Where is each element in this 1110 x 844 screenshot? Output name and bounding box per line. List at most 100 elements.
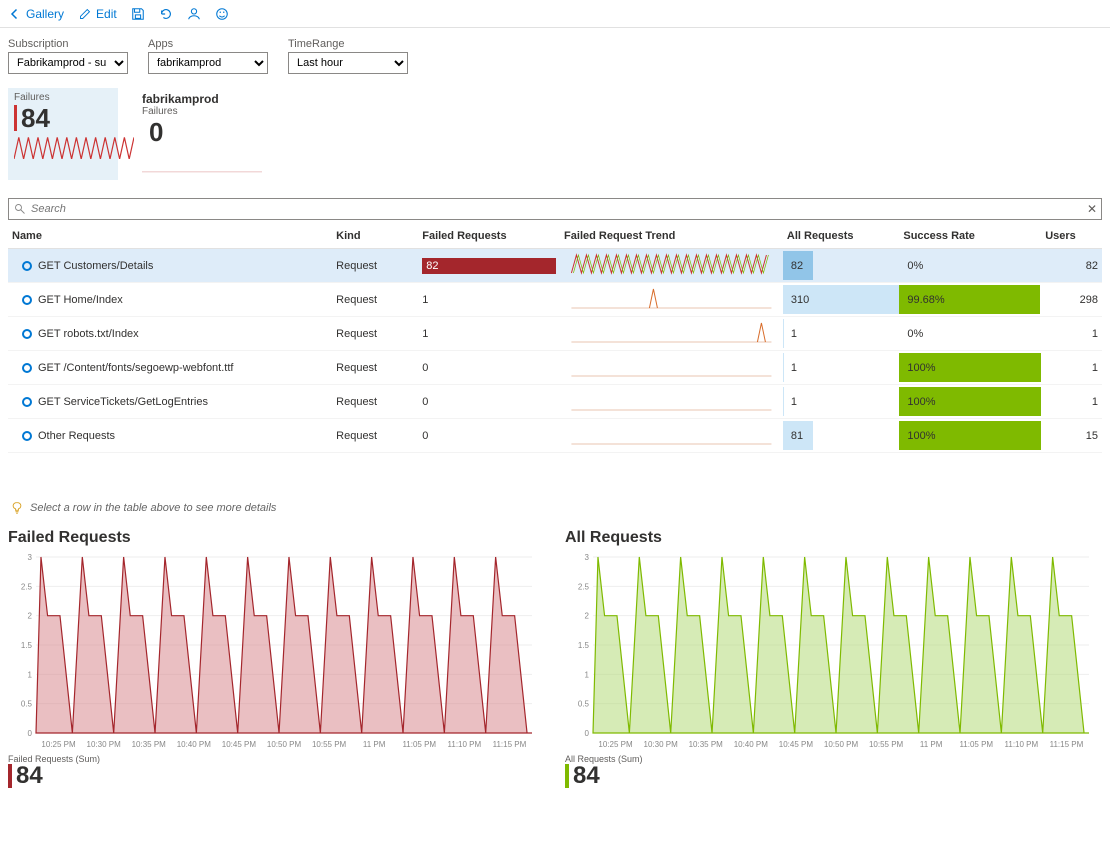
th-failed[interactable]: Failed Requests: [418, 224, 560, 249]
th-kind[interactable]: Kind: [332, 224, 418, 249]
th-success[interactable]: Success Rate: [899, 224, 1041, 249]
row-name: GET robots.txt/Index: [38, 328, 139, 340]
card-failures-title: Failures: [14, 92, 112, 103]
row-name: Other Requests: [38, 430, 115, 442]
filter-timerange-select[interactable]: Last hour: [288, 52, 408, 74]
th-name[interactable]: Name: [8, 224, 332, 249]
filter-apps-label: Apps: [148, 38, 268, 50]
failed-value: 0: [422, 430, 428, 442]
close-icon[interactable]: ✕: [1087, 202, 1097, 216]
row-all: 82: [787, 260, 803, 272]
svg-text:11 PM: 11 PM: [363, 740, 386, 749]
card-app[interactable]: fabrikamprod Failures 0: [136, 88, 246, 180]
requests-table: Name Kind Failed Requests Failed Request…: [8, 224, 1102, 453]
th-all[interactable]: All Requests: [783, 224, 899, 249]
card-failures-sparkline: [14, 135, 134, 159]
chart-failed-svg[interactable]: 00.511.522.5310:25 PM10:30 PM10:35 PM10:…: [8, 551, 538, 751]
smile-icon[interactable]: [215, 7, 229, 21]
table-row[interactable]: Other Requests Request 0 81 100% 15: [8, 419, 1102, 453]
gallery-link[interactable]: Gallery: [8, 7, 64, 21]
card-app-value: 0: [142, 119, 240, 145]
search-icon: [13, 202, 27, 216]
row-all: 1: [787, 396, 797, 408]
svg-text:10:25 PM: 10:25 PM: [598, 740, 633, 749]
svg-text:10:45 PM: 10:45 PM: [779, 740, 814, 749]
svg-text:11:15 PM: 11:15 PM: [493, 740, 527, 749]
svg-text:10:55 PM: 10:55 PM: [869, 740, 904, 749]
table-header-row: Name Kind Failed Requests Failed Request…: [8, 224, 1102, 249]
failed-value: 0: [422, 396, 428, 408]
row-trend: [560, 283, 783, 317]
search-input[interactable]: [31, 203, 1083, 215]
svg-text:11:10 PM: 11:10 PM: [448, 740, 482, 749]
svg-text:11:15 PM: 11:15 PM: [1050, 740, 1084, 749]
search-box[interactable]: ✕: [8, 198, 1102, 220]
row-success: 0%: [903, 260, 923, 272]
row-kind: Request: [332, 249, 418, 283]
svg-text:2.5: 2.5: [21, 582, 33, 591]
table-row[interactable]: GET robots.txt/Index Request 1 1 0% 1: [8, 317, 1102, 351]
row-name: GET ServiceTickets/GetLogEntries: [38, 396, 208, 408]
table-row[interactable]: GET ServiceTickets/GetLogEntries Request…: [8, 385, 1102, 419]
svg-text:11:05 PM: 11:05 PM: [959, 740, 993, 749]
user-icon[interactable]: [187, 7, 201, 21]
edit-link[interactable]: Edit: [78, 7, 117, 21]
select-row-hint: Select a row in the table above to see m…: [0, 493, 1110, 523]
table-row[interactable]: GET Home/Index Request 1 310 99.68% 298: [8, 283, 1102, 317]
chart-all-title: All Requests: [565, 529, 1102, 547]
top-toolbar: Gallery Edit: [0, 0, 1110, 28]
card-app-sparkline: [142, 149, 262, 173]
row-users: 82: [1041, 249, 1102, 283]
refresh-icon[interactable]: [159, 7, 173, 21]
svg-text:11:10 PM: 11:10 PM: [1005, 740, 1039, 749]
request-icon: [22, 431, 32, 441]
svg-text:1.5: 1.5: [21, 641, 33, 650]
row-users: 1: [1041, 317, 1102, 351]
card-failures[interactable]: Failures 84: [8, 88, 118, 180]
charts-row: Failed Requests 00.511.522.5310:25 PM10:…: [0, 523, 1110, 794]
save-icon[interactable]: [131, 7, 145, 21]
filter-timerange-label: TimeRange: [288, 38, 408, 50]
svg-text:11:05 PM: 11:05 PM: [402, 740, 436, 749]
th-users[interactable]: Users: [1041, 224, 1102, 249]
filter-subscription-select[interactable]: Fabrikamprod - subscripti...: [8, 52, 128, 74]
row-all: 310: [787, 294, 809, 306]
svg-text:10:30 PM: 10:30 PM: [644, 740, 679, 749]
th-trend[interactable]: Failed Request Trend: [560, 224, 783, 249]
row-trend: [560, 249, 783, 283]
row-kind: Request: [332, 385, 418, 419]
svg-text:2: 2: [585, 612, 590, 621]
row-trend: [560, 419, 783, 453]
chart-all-foot-value: 84: [565, 764, 1102, 788]
filter-timerange: TimeRange Last hour: [288, 38, 408, 74]
row-trend: [560, 351, 783, 385]
chart-failed-title: Failed Requests: [8, 529, 545, 547]
row-users: 1: [1041, 385, 1102, 419]
svg-text:10:50 PM: 10:50 PM: [267, 740, 302, 749]
request-icon: [22, 363, 32, 373]
svg-text:10:40 PM: 10:40 PM: [177, 740, 212, 749]
gallery-label: Gallery: [26, 7, 64, 21]
filter-apps-select[interactable]: fabrikamprod: [148, 52, 268, 74]
table-row[interactable]: GET /Content/fonts/segoewp-webfont.ttf R…: [8, 351, 1102, 385]
svg-text:10:35 PM: 10:35 PM: [132, 740, 167, 749]
lightbulb-icon: [10, 501, 24, 515]
chart-all-svg[interactable]: 00.511.522.5310:25 PM10:30 PM10:35 PM10:…: [565, 551, 1095, 751]
row-name: GET Home/Index: [38, 294, 123, 306]
svg-text:3: 3: [585, 553, 590, 562]
request-icon: [22, 397, 32, 407]
summary-cards: Failures 84 fabrikamprod Failures 0: [0, 84, 1110, 194]
table-row[interactable]: GET Customers/Details Request 82 82 0% 8…: [8, 249, 1102, 283]
svg-text:10:55 PM: 10:55 PM: [312, 740, 347, 749]
filter-apps: Apps fabrikamprod: [148, 38, 268, 74]
svg-text:3: 3: [28, 553, 33, 562]
row-users: 1: [1041, 351, 1102, 385]
row-kind: Request: [332, 419, 418, 453]
card-failures-value: 84: [14, 105, 112, 131]
svg-text:1: 1: [585, 670, 590, 679]
pencil-icon: [78, 7, 92, 21]
failed-value: 1: [422, 294, 428, 306]
row-success: 100%: [903, 362, 935, 374]
failed-bar: 82: [422, 258, 556, 274]
svg-text:1.5: 1.5: [578, 641, 590, 650]
